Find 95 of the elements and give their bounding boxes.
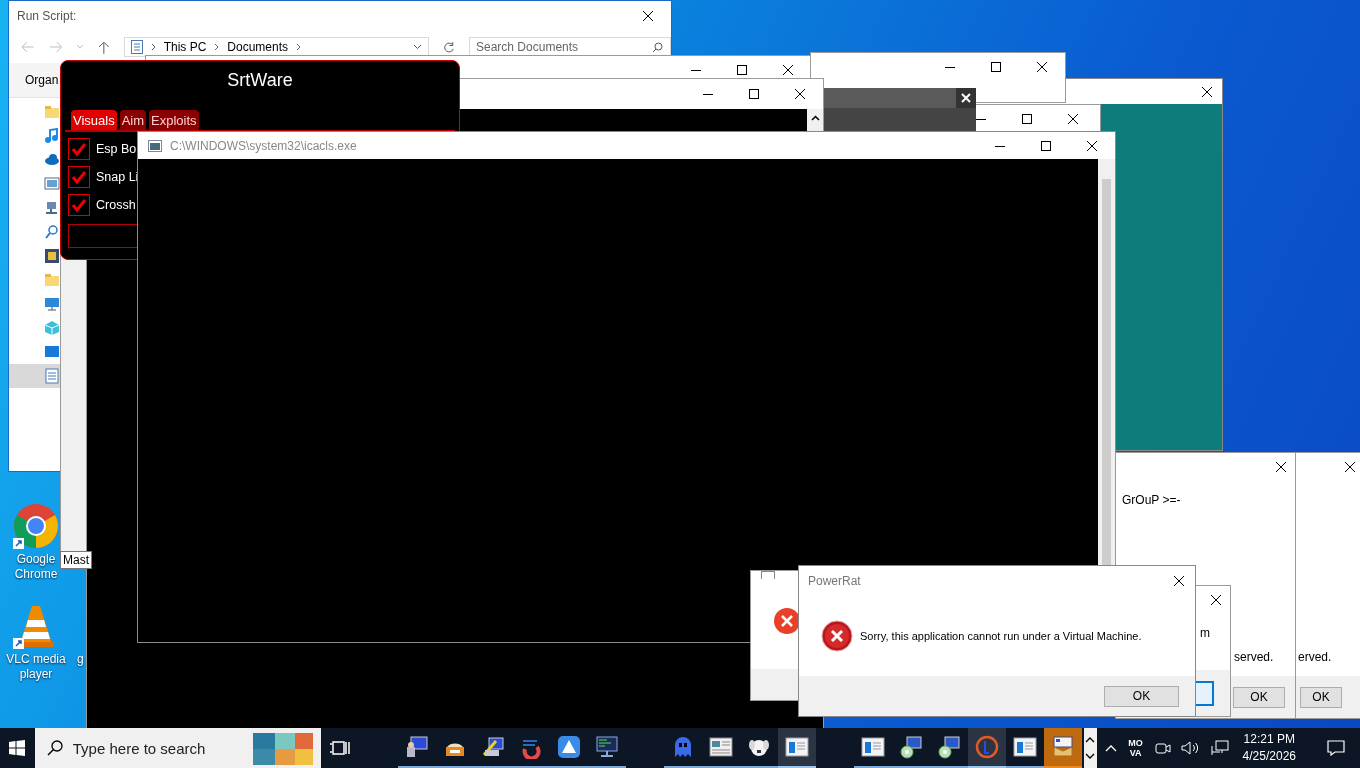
document-icon [44, 368, 60, 384]
windows-logo-icon [9, 740, 26, 756]
scrollbar[interactable] [807, 109, 823, 131]
wrench-icon [480, 735, 505, 759]
maximize-icon[interactable] [737, 65, 747, 75]
close-icon[interactable] [643, 11, 653, 21]
dropdown-icon[interactable] [413, 44, 423, 50]
terminal-icon [594, 735, 619, 759]
ribbon-tab[interactable]: Organ [25, 73, 59, 87]
disc-icon [936, 735, 961, 759]
close-icon[interactable] [1211, 595, 1221, 605]
taskbar-app[interactable] [967, 728, 1006, 768]
desktop-icon [44, 344, 60, 360]
close-icon[interactable] [1202, 86, 1212, 97]
disc-icon [898, 735, 923, 759]
document-icon [130, 40, 143, 54]
chevron-icon [296, 43, 302, 51]
volume-icon[interactable] [1180, 740, 1201, 756]
folder-icon [44, 272, 60, 288]
maximize-icon[interactable] [1041, 140, 1051, 151]
notification-icon [1327, 740, 1345, 756]
film-icon [44, 248, 60, 264]
close-icon[interactable] [1037, 62, 1047, 72]
search-icon[interactable] [652, 42, 663, 53]
taskbar-app[interactable] [1043, 728, 1082, 768]
camera-icon[interactable] [1154, 740, 1171, 756]
chrome-icon[interactable] [12, 502, 60, 550]
window-title: PowerRat [808, 574, 861, 588]
close-icon[interactable] [956, 88, 976, 108]
close-icon[interactable] [1276, 462, 1286, 472]
close-icon[interactable] [795, 89, 805, 99]
dialog-text: served. [1233, 650, 1275, 664]
task-view-icon [330, 740, 351, 756]
close-icon[interactable] [1068, 114, 1078, 124]
dialog-message: Sorry, this application cannot run under a Virtual Machine. [860, 630, 1142, 642]
up-arrow-icon[interactable] [98, 40, 110, 54]
scroll-up-icon[interactable] [810, 115, 820, 121]
input-indicator[interactable]: MO VA [1126, 738, 1145, 758]
window-icon [860, 735, 885, 759]
maximize-icon[interactable] [991, 62, 1001, 72]
ok-button[interactable]: OK [1104, 685, 1179, 707]
puzzle-icon [250, 731, 315, 765]
cube-icon [44, 320, 60, 336]
ok-button[interactable]: OK [1233, 686, 1285, 708]
window-title: C:\WINDOWS\system32\icacls.exe [170, 138, 357, 153]
folder-icon [44, 104, 60, 120]
clock-time[interactable]: 12:21 PM [1243, 731, 1295, 748]
refresh-icon[interactable] [443, 41, 455, 53]
chevron-up-icon[interactable] [1104, 744, 1117, 752]
computer-icon [404, 735, 429, 759]
console-icon [148, 139, 162, 152]
window-icon [784, 735, 809, 759]
package-icon [1050, 735, 1075, 759]
tab[interactable]: Visuals [71, 110, 117, 130]
option-label: Snap Li [96, 170, 139, 184]
tab[interactable]: Aim [119, 110, 147, 130]
checkbox[interactable] [68, 166, 90, 188]
dialog-text: m [1200, 626, 1210, 640]
ok-button[interactable]: OK [1300, 686, 1342, 708]
close-icon[interactable] [1087, 140, 1097, 151]
tooltip: Mast [60, 551, 92, 569]
chevron-icon [150, 43, 156, 51]
close-icon[interactable] [1345, 462, 1355, 472]
breadcrumb-item[interactable]: This PC [163, 40, 207, 54]
window-title: Run Script: [17, 9, 77, 23]
maximize-icon[interactable] [749, 89, 759, 99]
dialog-text: erved. [1298, 650, 1333, 664]
window-icon [1012, 735, 1037, 759]
tab[interactable]: Exploits [149, 110, 199, 130]
chevron-icon [1085, 736, 1096, 760]
monitor-icon [44, 296, 60, 312]
error-icon [821, 620, 853, 652]
maximize-icon[interactable] [1022, 114, 1032, 124]
option-label: Esp Bo [96, 142, 137, 156]
clock-date[interactable]: 4/25/2026 [1242, 748, 1296, 765]
picture-icon [44, 176, 60, 192]
cloud-icon [44, 152, 60, 168]
scroll-buttons[interactable] [1083, 728, 1097, 768]
taskbar-app[interactable] [777, 728, 816, 768]
checkbox[interactable] [68, 138, 90, 160]
breadcrumb-item[interactable]: Documents [227, 40, 289, 54]
window-icon [708, 735, 733, 759]
close-icon[interactable] [783, 65, 793, 75]
music-icon [44, 128, 60, 144]
window-title: SrtWare [226, 69, 294, 92]
ring-icon [974, 735, 999, 759]
checkbox[interactable] [68, 194, 90, 216]
chevron-icon [214, 43, 220, 51]
dialog-text: GrOuP >=- [1122, 493, 1182, 507]
search-icon [46, 740, 63, 756]
close-icon[interactable] [1174, 576, 1184, 586]
search-icon [44, 224, 60, 240]
network-icon [44, 200, 60, 216]
network-icon[interactable] [1210, 740, 1229, 756]
option-label: Crossh [96, 198, 136, 212]
